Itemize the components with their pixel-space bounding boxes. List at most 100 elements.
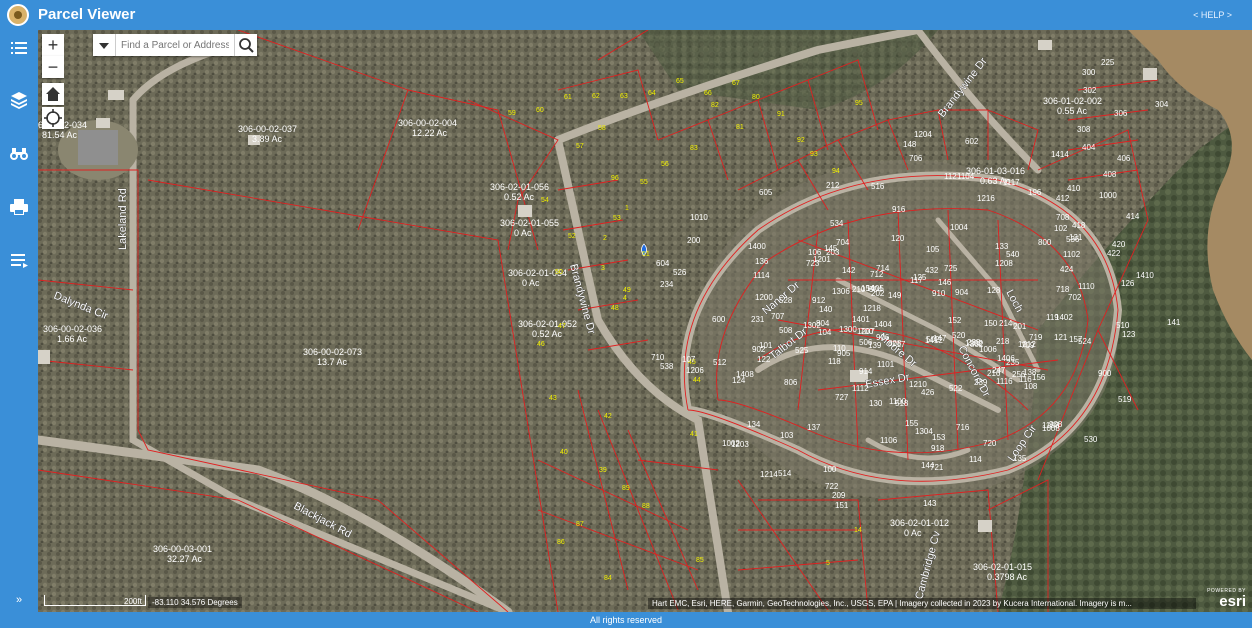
lot-number-label: 408 [1103, 170, 1117, 179]
lot-number-label: 122 [757, 355, 771, 364]
lot-number-label: 225 [1101, 58, 1115, 67]
lot-number-label: 916 [892, 205, 906, 214]
expand-sidebar-icon[interactable]: » [9, 590, 29, 610]
parcel-id-label: 306-00-02-073 [303, 347, 362, 357]
lot-number-label: 104 [818, 328, 832, 337]
parcel-area-label: 0.52 Ac [532, 329, 563, 339]
lot-number-label: 135 [1013, 454, 1027, 463]
search-button[interactable] [234, 34, 257, 56]
lot-number-label: 136 [755, 257, 769, 266]
lot-number-label: 1108 [1042, 421, 1060, 430]
lot-number-label: 1304 [915, 427, 933, 436]
lot-number-label: 530 [1084, 435, 1098, 444]
lot-number-label: 55 [640, 179, 648, 186]
parcel-area-label: 0.52 Ac [504, 192, 535, 202]
lot-number-label: 526 [673, 268, 687, 277]
legend-icon[interactable] [9, 250, 29, 270]
lot-number-label: 39 [599, 467, 607, 474]
lot-number-label: 808 [888, 339, 902, 348]
lot-number-label: 1210 [909, 380, 927, 389]
lot-number-label: 247 [992, 366, 1006, 375]
parcel-id-label: 306-00-03-001 [153, 544, 212, 554]
list-icon[interactable] [9, 38, 29, 58]
parcel-id-label: 306-02-01-055 [500, 218, 559, 228]
lot-number-label: 1010 [690, 213, 708, 222]
parcel-area-label: 1.66 Ac [57, 334, 88, 344]
lot-number-label: 1106 [880, 436, 898, 445]
parcel-id-label: 306-01-02-002 [1043, 96, 1102, 106]
lot-number-label: 49 [623, 287, 631, 294]
lot-number-label: 148 [903, 140, 917, 149]
lot-number-label: 118 [828, 357, 841, 366]
locate-button[interactable] [42, 107, 64, 129]
lot-number-label: 214 [999, 319, 1013, 328]
lot-number-label: 1200 [755, 293, 773, 302]
lot-number-label: 1206 [686, 366, 704, 375]
parcel-area-label: 32.27 Ac [167, 554, 203, 564]
lot-number-label: 46 [537, 341, 545, 348]
lot-number-label: 124 [732, 376, 746, 385]
lot-number-label: 904 [955, 288, 969, 297]
lot-number-label: 306 [1114, 109, 1128, 118]
lot-number-label: 1300 [839, 325, 857, 334]
lot-number-label: 1410 [1136, 271, 1154, 280]
lot-number-label: 51 [642, 251, 650, 258]
zoom-in-button[interactable]: + [42, 34, 64, 56]
lot-number-label: 1100 [889, 397, 907, 406]
lot-number-label: 96 [611, 175, 619, 182]
parcel-id-label: 306-02-01-015 [973, 562, 1032, 572]
lot-number-label: 510 [1116, 321, 1130, 330]
locate-icon [44, 109, 62, 127]
lot-number-label: 153 [932, 433, 946, 442]
lot-number-label: 725 [944, 264, 958, 273]
app-title: Parcel Viewer [38, 6, 136, 23]
lot-number-label: 704 [836, 238, 850, 247]
lot-number-label: 239 [974, 378, 988, 387]
lot-number-label: 1110 [1078, 282, 1095, 291]
lot-number-label: 56 [661, 161, 669, 168]
lot-number-label: 149 [888, 291, 902, 300]
lot-number-label: 150 [984, 319, 998, 328]
lot-number-label: 134 [747, 420, 761, 429]
lot-number-label: 602 [965, 137, 979, 146]
help-link[interactable]: < HELP > [1193, 10, 1232, 20]
lot-number-label: 716 [956, 423, 970, 432]
lot-number-label: 720 [983, 439, 997, 448]
lot-number-label: 82 [711, 102, 719, 109]
scale-label: 200ft [124, 597, 142, 606]
lot-number-label: 201 [1013, 322, 1027, 331]
lot-number-label: 80 [752, 94, 760, 101]
lot-number-label: 426 [921, 388, 935, 397]
parcel-area-label: 81.54 Ac [42, 130, 78, 140]
lot-number-label: 144 [921, 461, 935, 470]
lot-number-label: 154 [861, 284, 875, 293]
binoculars-icon[interactable] [9, 143, 29, 163]
lot-number-label: 156 [1032, 373, 1046, 382]
home-button[interactable] [42, 83, 64, 105]
lot-number-label: 706 [909, 154, 923, 163]
zoom-out-button[interactable]: − [42, 56, 64, 78]
road-label: Lakeland Rd [117, 188, 129, 250]
lot-number-label: 508 [779, 326, 793, 335]
lot-number-label: 238 [967, 338, 981, 347]
lot-number-label: 1117 [1003, 178, 1020, 187]
attribution-text: Hart EMC, Esri, HERE, Garmin, GeoTechnol… [648, 598, 1196, 609]
map-view[interactable]: Lakeland Rd Dalynda Cir Blackjack Rd Brandy… [38, 30, 1252, 612]
lot-number-label: 91 [777, 111, 785, 118]
lot-number-label: 143 [923, 499, 937, 508]
county-seal-logo [7, 4, 29, 26]
lot-number-label: 1000 [1099, 191, 1117, 200]
lot-number-label: 1207 [857, 327, 875, 336]
lot-number-label: 718 [1056, 285, 1070, 294]
lot-number-label: 300 [1082, 68, 1096, 77]
lot-number-label: 47 [558, 323, 566, 330]
print-icon[interactable] [9, 197, 29, 217]
lot-number-label: 404 [1082, 143, 1096, 152]
layers-icon[interactable] [9, 90, 29, 110]
lot-number-label: 605 [759, 188, 773, 197]
search-source-dropdown[interactable] [93, 34, 116, 56]
lot-number-label: 92 [797, 137, 805, 144]
lot-number-label: 83 [690, 145, 698, 152]
search-input[interactable] [117, 34, 233, 56]
lot-number-label: 1114 [753, 271, 770, 280]
